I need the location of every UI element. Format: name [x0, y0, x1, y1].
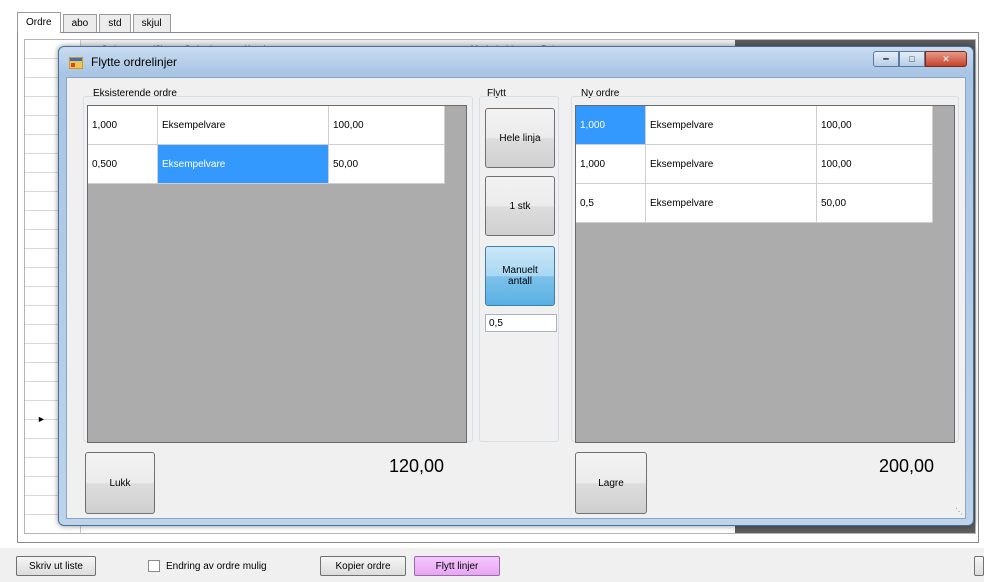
window-controls: ━ □ ✕ — [873, 51, 967, 67]
existing-order-total: 120,00 — [389, 456, 445, 476]
move-one-piece-button[interactable]: 1 stk — [485, 176, 555, 236]
amount-cell[interactable]: 100,00 — [817, 145, 933, 184]
move-one-piece-label: 1 stk — [509, 200, 531, 212]
footer-toolbar: Skriv ut liste Endring av ordre mulig Ko… — [0, 548, 984, 582]
tab-skjul[interactable]: skjul — [132, 14, 171, 33]
tab-std[interactable]: std — [99, 14, 131, 33]
save-button[interactable]: Lagre — [575, 452, 647, 514]
close-icon[interactable]: ✕ — [925, 51, 967, 67]
footer-edge-button[interactable] — [974, 556, 984, 576]
amount-cell[interactable]: 50,00 — [817, 184, 933, 223]
new-order-total: 200,00 — [879, 456, 935, 476]
quantity-cell[interactable]: 0,500 — [88, 145, 158, 184]
dialog-client-area: Eksisterende ordre 1,000 Eksempelvare 10… — [66, 77, 966, 519]
amount-cell[interactable]: 100,00 — [817, 106, 933, 145]
table-row[interactable]: 0,500 Eksempelvare 50,00 — [88, 145, 445, 184]
table-row[interactable]: 1,000 Eksempelvare 100,00 — [576, 145, 933, 184]
table-row[interactable]: 1,000 Eksempelvare 100,00 — [88, 106, 445, 145]
quantity-cell[interactable]: 1,000 — [88, 106, 158, 145]
maximize-icon[interactable]: □ — [899, 51, 925, 67]
move-order-lines-dialog: Flytte ordrelinjer ━ □ ✕ Eksisterende or… — [58, 46, 974, 526]
tab-abo[interactable]: abo — [62, 14, 98, 33]
current-row-arrow-icon: ► — [37, 414, 46, 424]
close-button[interactable]: Lukk — [85, 452, 155, 514]
move-whole-line-button[interactable]: Hele linja — [485, 108, 555, 168]
manual-button-line1: Manuelt — [502, 265, 538, 276]
edit-order-checkbox-label: Endring av ordre mulig — [166, 560, 267, 572]
copy-order-button[interactable]: Kopier ordre — [320, 556, 406, 576]
edit-order-checkbox-row[interactable]: Endring av ordre mulig — [148, 560, 267, 572]
edit-order-checkbox[interactable] — [148, 560, 160, 572]
quantity-cell[interactable]: 1,000 — [576, 145, 646, 184]
move-manual-quantity-button[interactable]: Manuelt antall — [485, 246, 555, 306]
manual-button-line2: antall — [508, 276, 532, 287]
print-list-button[interactable]: Skriv ut liste — [16, 556, 96, 576]
product-cell[interactable]: Eksempelvare — [646, 184, 817, 223]
amount-cell[interactable]: 50,00 — [329, 145, 445, 184]
table-row[interactable]: 0,5 Eksempelvare 50,00 — [576, 184, 933, 223]
product-cell[interactable]: Eksempelvare — [646, 106, 817, 145]
table-row[interactable]: 1,000 Eksempelvare 100,00 — [576, 106, 933, 145]
minimize-icon[interactable]: ━ — [873, 51, 899, 67]
quantity-cell-selected[interactable]: 1,000 — [576, 106, 646, 145]
form-icon — [69, 57, 83, 69]
main-tabstrip: Ordre abo std skjul — [17, 12, 173, 33]
product-cell[interactable]: Eksempelvare — [646, 145, 817, 184]
tab-ordre[interactable]: Ordre — [17, 12, 61, 33]
existing-order-grid[interactable]: 1,000 Eksempelvare 100,00 0,500 Eksempel… — [87, 105, 467, 443]
dialog-title: Flytte ordrelinjer — [91, 55, 178, 69]
move-lines-button[interactable]: Flytt linjer — [414, 556, 500, 576]
dialog-titlebar[interactable]: Flytte ordrelinjer ━ □ ✕ — [59, 47, 973, 77]
product-cell-selected[interactable]: Eksempelvare — [158, 145, 329, 184]
product-cell[interactable]: Eksempelvare — [158, 106, 329, 145]
new-order-grid[interactable]: 1,000 Eksempelvare 100,00 1,000 Eksempel… — [575, 105, 955, 443]
quantity-cell[interactable]: 0,5 — [576, 184, 646, 223]
resize-grip-icon[interactable]: ⋱ — [955, 507, 963, 516]
amount-cell[interactable]: 100,00 — [329, 106, 445, 145]
manual-quantity-input[interactable]: 0,5 — [485, 314, 557, 332]
